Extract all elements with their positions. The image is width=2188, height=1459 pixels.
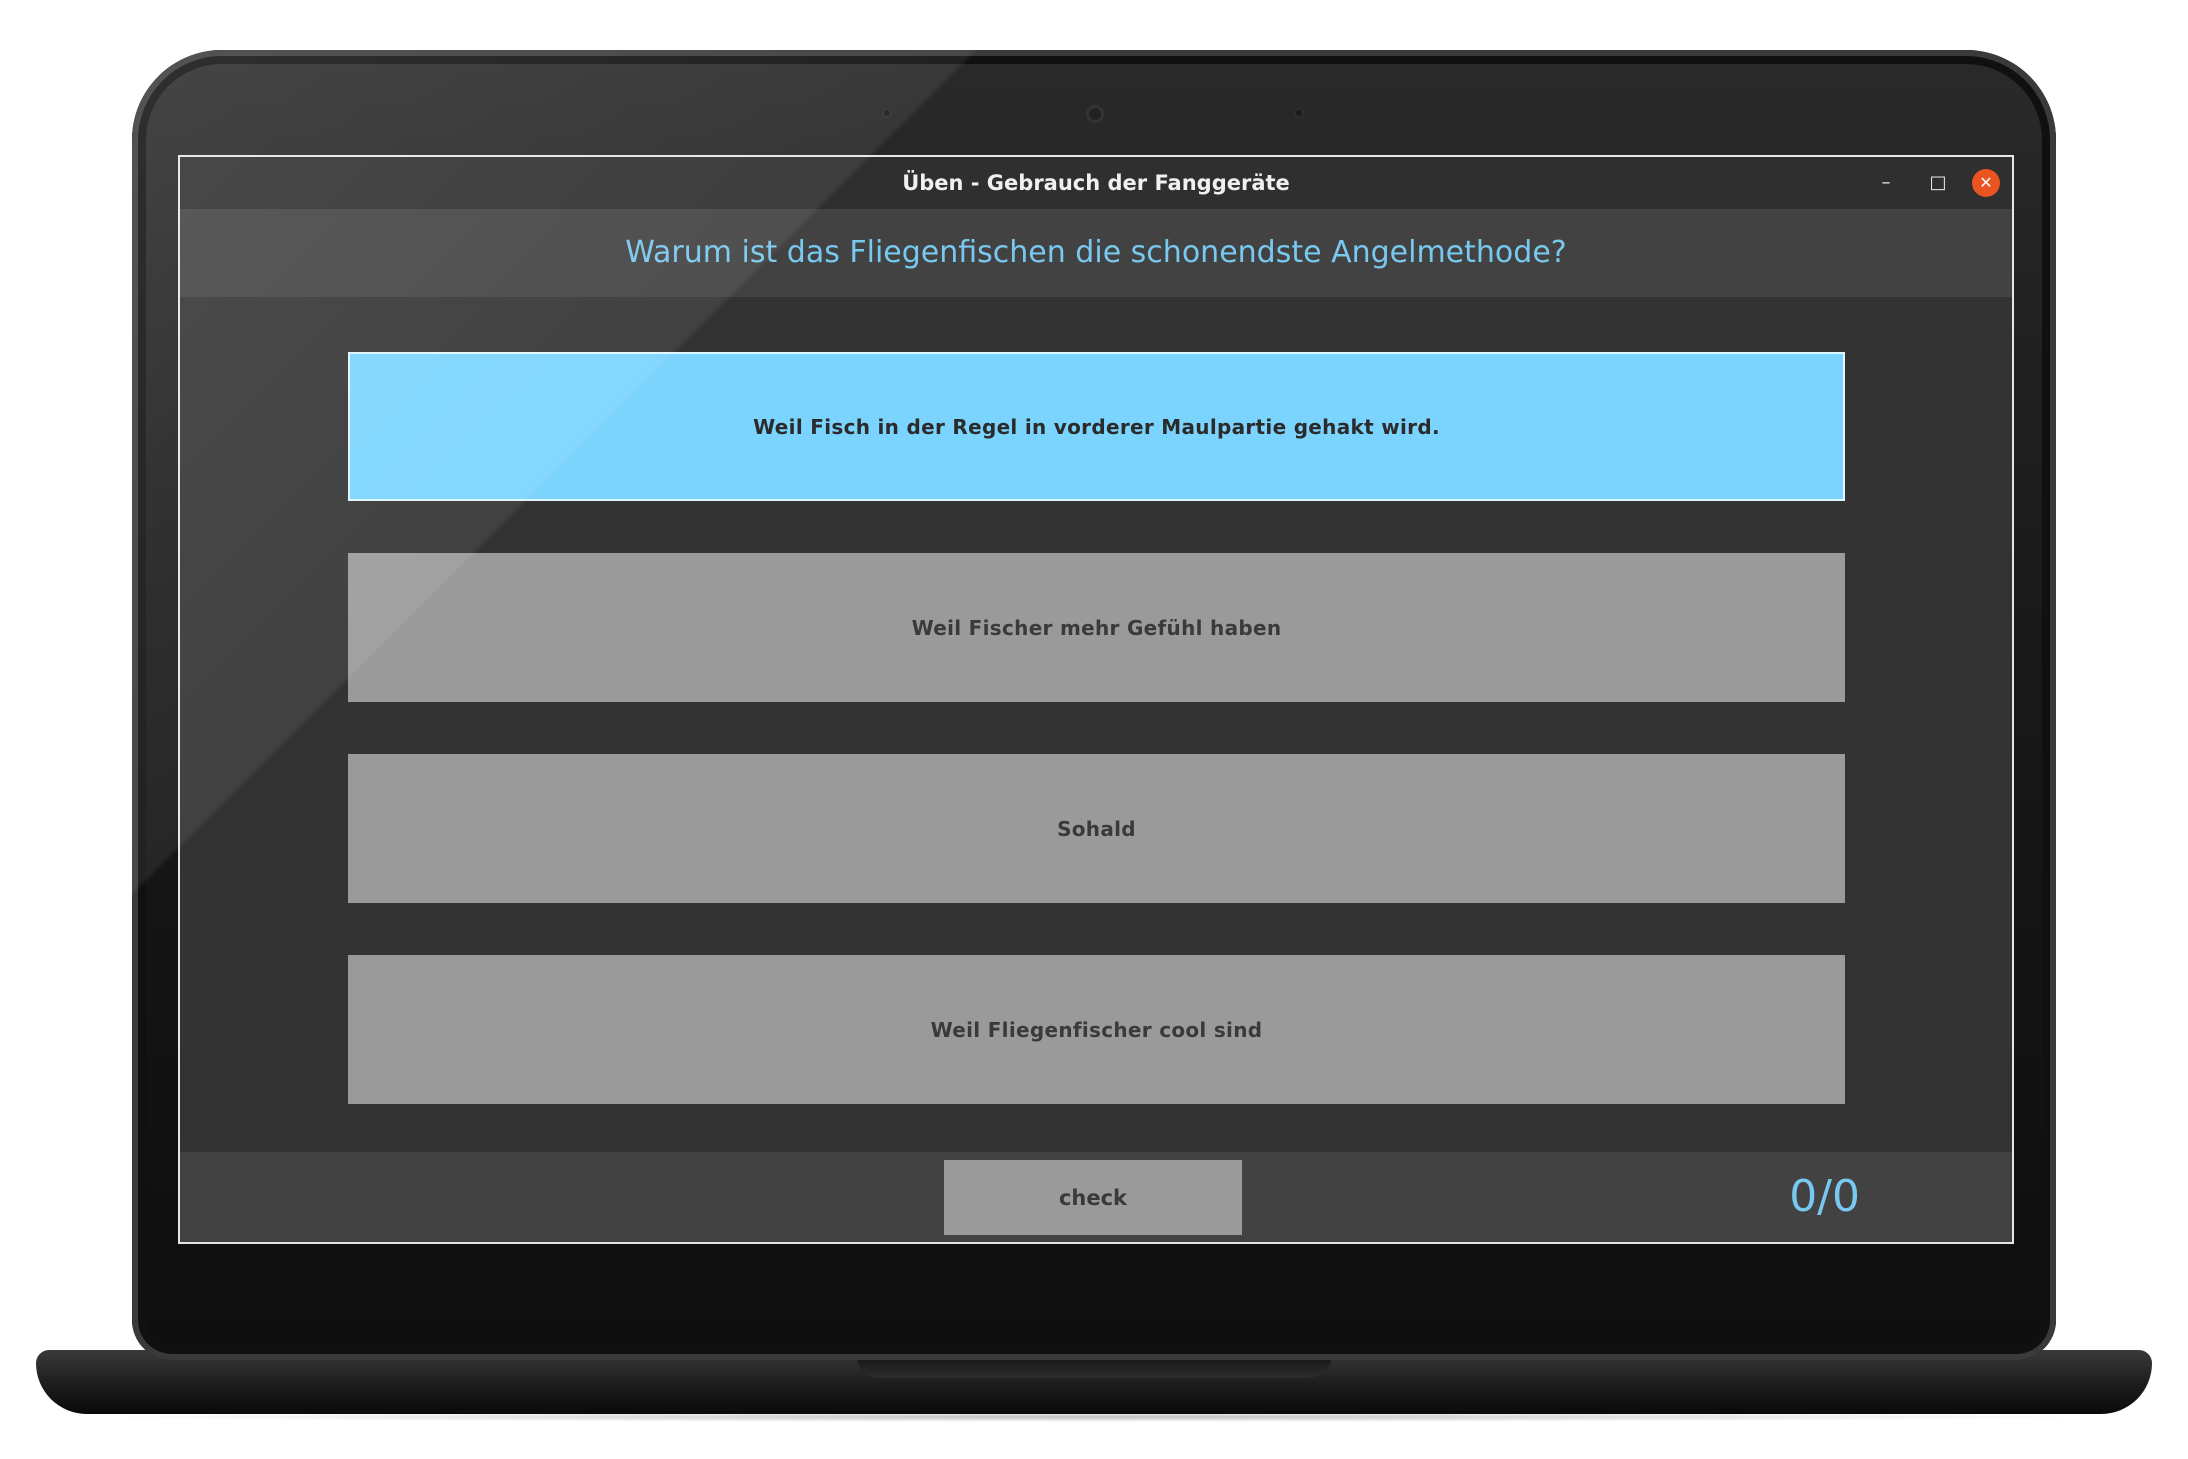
- sensor-left-icon: [884, 110, 890, 116]
- answer-list: Weil Fisch in der Regel in vorderer Maul…: [180, 297, 2012, 1152]
- answer-option-2[interactable]: Weil Fischer mehr Gefühl haben: [348, 553, 1845, 702]
- close-icon[interactable]: ✕: [1972, 169, 2000, 197]
- question-header: Warum ist das Fliegenfischen die schonen…: [180, 209, 2012, 297]
- footer-bar: check 0/0: [180, 1152, 2012, 1242]
- sensor-right-icon: [1296, 110, 1302, 116]
- window-title: Üben - Gebrauch der Fanggeräte: [902, 171, 1290, 195]
- window-titlebar[interactable]: Üben - Gebrauch der Fanggeräte – □ ✕: [180, 157, 2012, 209]
- webcam-icon: [1089, 108, 1101, 120]
- maximize-icon[interactable]: □: [1924, 169, 1952, 197]
- laptop-shadow: [80, 1412, 2108, 1422]
- app-window: Üben - Gebrauch der Fanggeräte – □ ✕ War…: [178, 155, 2014, 1244]
- minimize-icon[interactable]: –: [1872, 169, 1900, 197]
- question-text: Warum ist das Fliegenfischen die schonen…: [625, 235, 1567, 270]
- answer-option-4[interactable]: Weil Fliegenfischer cool sind: [348, 955, 1845, 1104]
- score-counter: 0/0: [1789, 1171, 1860, 1222]
- answer-option-3[interactable]: Sohald: [348, 754, 1845, 903]
- answer-option-1[interactable]: Weil Fisch in der Regel in vorderer Maul…: [348, 352, 1845, 501]
- check-button[interactable]: check: [944, 1160, 1242, 1235]
